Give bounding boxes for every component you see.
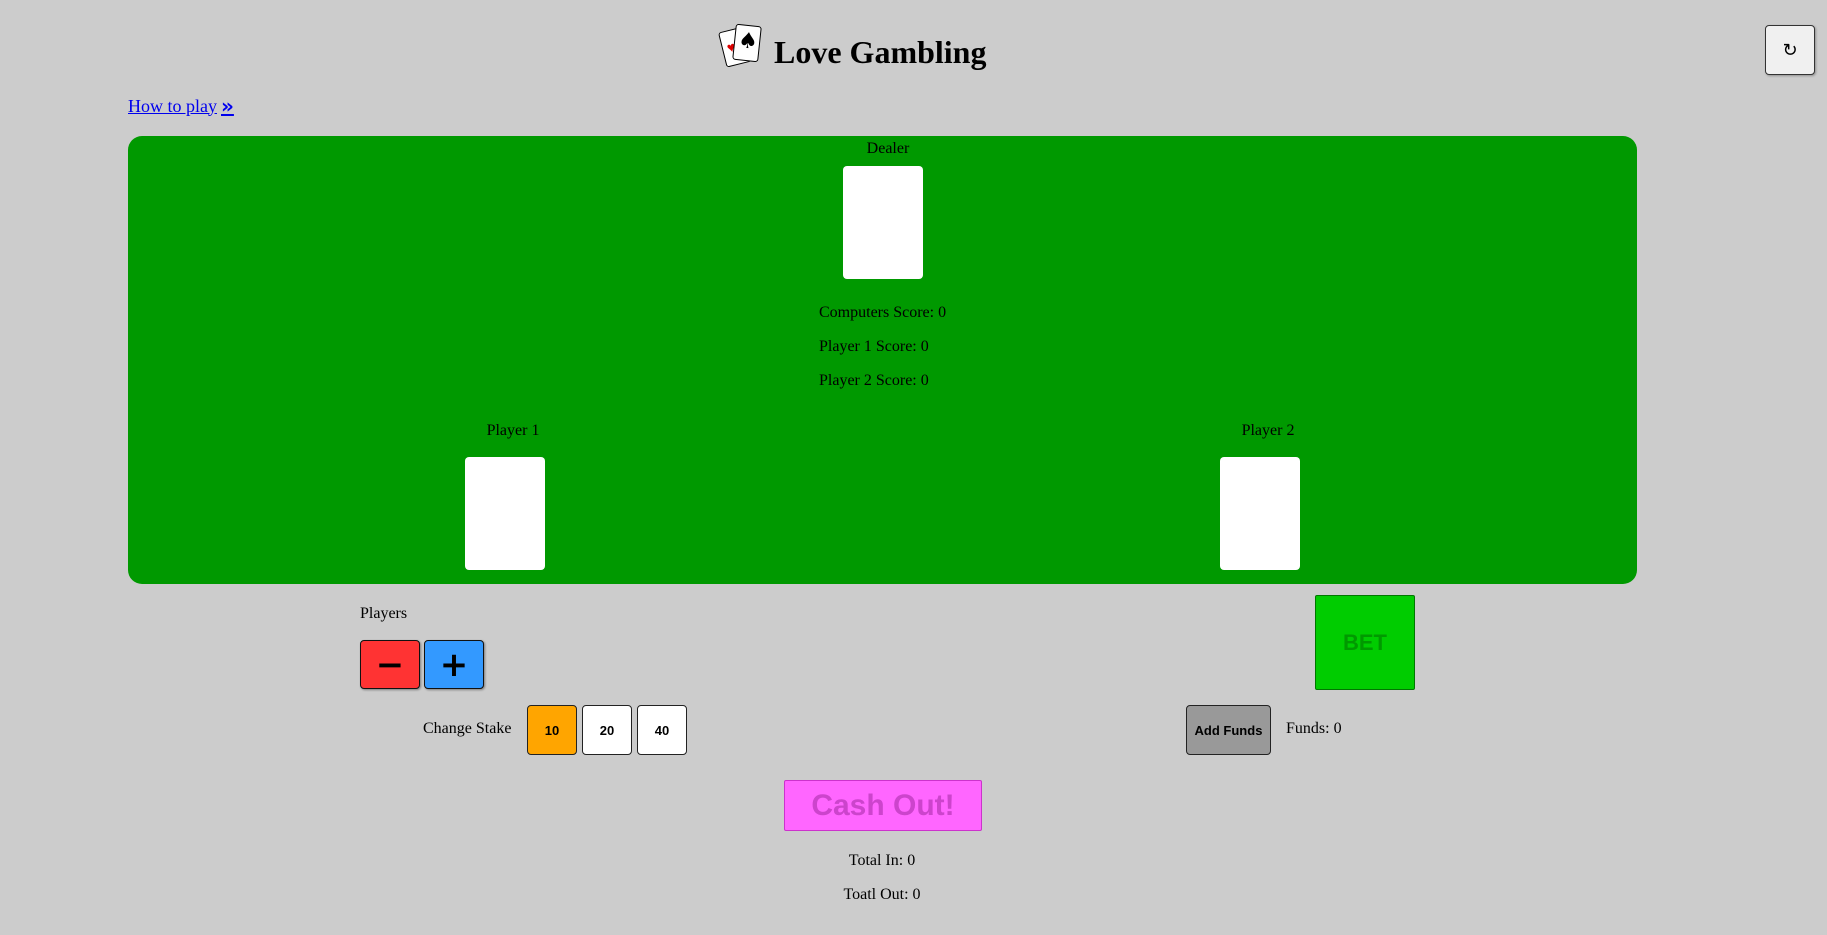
bet-button[interactable]: BET: [1315, 595, 1415, 690]
header: Love Gambling: [718, 18, 987, 71]
computer-score: Computers Score: 0: [819, 304, 947, 321]
how-to-play-link[interactable]: How to play »: [128, 94, 234, 118]
add-player-button[interactable]: +: [424, 640, 484, 689]
stake-40-button[interactable]: 40: [637, 705, 687, 755]
players-label: Players: [360, 605, 408, 622]
player2-label: Player 2: [1241, 422, 1295, 439]
stake-10-button[interactable]: 10: [527, 705, 577, 755]
double-chevron-right-icon: »: [221, 94, 234, 118]
player2-card: [1220, 457, 1300, 570]
refresh-icon: ↻: [1782, 39, 1798, 61]
dealer-label: Dealer: [866, 140, 910, 157]
total-in: Total In: 0: [848, 852, 916, 869]
total-out: Toatl Out: 0: [843, 886, 921, 903]
how-to-play-label: How to play: [128, 95, 217, 116]
plus-icon: +: [439, 644, 469, 685]
player2-score: Player 2 Score: 0: [819, 372, 929, 389]
player1-label: Player 1: [486, 422, 540, 439]
page-title: Love Gambling: [774, 34, 987, 70]
minus-icon: −: [375, 644, 405, 685]
change-stake-label: Change Stake: [423, 720, 512, 737]
spade-card: [732, 23, 762, 62]
stake-20-button[interactable]: 20: [582, 705, 632, 755]
refresh-button[interactable]: ↻: [1765, 25, 1815, 75]
playing-cards-icon: [718, 23, 764, 68]
player1-card: [465, 457, 545, 570]
add-funds-button[interactable]: Add Funds: [1186, 705, 1271, 755]
dealer-card: [843, 166, 923, 279]
funds-display: Funds: 0: [1286, 720, 1342, 737]
game-table: Dealer Computers Score: 0 Player 1 Score…: [128, 136, 1637, 584]
player1-score: Player 1 Score: 0: [819, 338, 929, 355]
cash-out-button[interactable]: Cash Out!: [784, 780, 982, 831]
remove-player-button[interactable]: −: [360, 640, 420, 689]
